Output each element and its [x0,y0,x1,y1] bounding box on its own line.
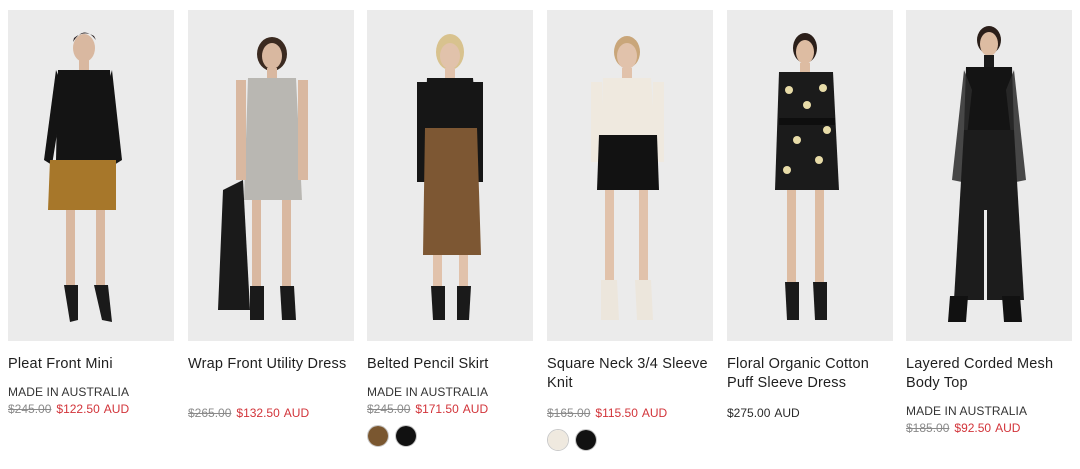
currency-label: AUD [103,402,130,416]
product-image[interactable] [547,10,713,341]
swatch-brown[interactable] [367,425,389,447]
swatch-black[interactable] [395,425,417,447]
swatch-black[interactable] [575,429,597,451]
color-swatches [367,425,417,447]
product-image[interactable] [188,10,354,341]
original-price: $165.00 [547,406,591,420]
sale-price: $171.50 [415,402,459,416]
swatch-cream[interactable] [547,429,569,451]
price-row: $265.00 $132.50 AUD [188,406,354,420]
product-image[interactable] [8,10,174,341]
sale-price: $115.50 [595,406,638,420]
product-image[interactable] [906,10,1072,341]
currency-label: AUD [641,406,668,420]
price-row: $165.00 $115.50 AUD [547,406,713,420]
currency-label: AUD [774,406,800,420]
product-name[interactable]: Layered Corded Mesh Body Top [906,355,1072,393]
price: $275.00 [727,406,771,420]
product-image[interactable] [727,10,893,341]
product-name[interactable]: Pleat Front Mini [8,355,174,374]
original-price: $245.00 [8,402,52,416]
product-image[interactable] [367,10,533,341]
price-row: $245.00 $122.50 AUD [8,402,174,416]
price-row: $275.00 AUD [727,406,893,420]
price-row: $245.00 $171.50 AUD [367,402,533,416]
sale-price: $92.50 [954,421,992,435]
made-in-label: MADE IN AUSTRALIA [367,385,489,399]
original-price: $245.00 [367,402,411,416]
sale-price: $122.50 [56,402,100,416]
price-row: $185.00 $92.50 AUD [906,421,1072,435]
made-in-label: MADE IN AUSTRALIA [8,385,130,399]
made-in-label: MADE IN AUSTRALIA [906,404,1028,418]
currency-label: AUD [995,421,1021,435]
original-price: $265.00 [188,406,232,420]
original-price: $185.00 [906,421,950,435]
product-name[interactable]: Floral Organic Cotton Puff Sleeve Dress [727,355,893,393]
currency-label: AUD [462,402,489,416]
sale-price: $132.50 [236,406,280,420]
product-grid: Pleat Front Mini MADE IN AUSTRALIA $245.… [0,0,1080,469]
color-swatches [547,429,597,451]
currency-label: AUD [283,406,310,420]
product-name[interactable]: Belted Pencil Skirt [367,355,533,374]
product-name[interactable]: Wrap Front Utility Dress [188,355,354,374]
product-name[interactable]: Square Neck 3/4 Sleeve Knit [547,355,713,393]
